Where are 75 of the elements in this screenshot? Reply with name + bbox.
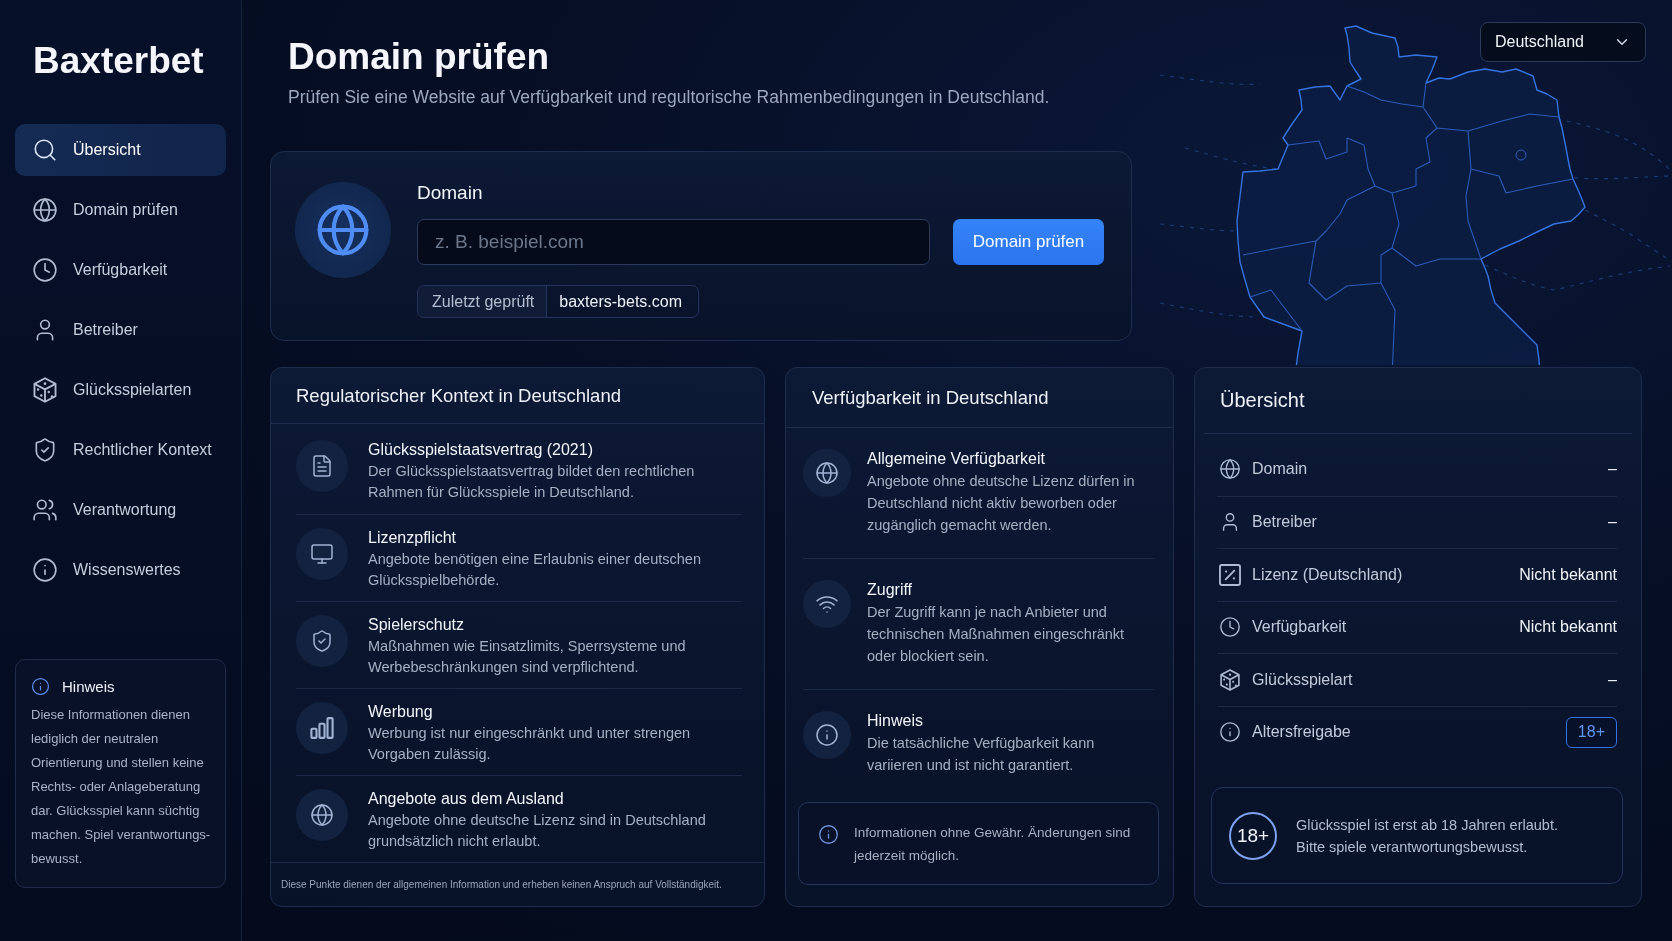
last-checked-domain: baxters-bets.com (558, 291, 683, 312)
info-icon (32, 557, 58, 583)
overview-label: Lizenz (Deutschland) (1252, 565, 1403, 584)
globe-icon (1219, 458, 1241, 481)
info-icon (1219, 721, 1241, 744)
brand-name: Baxterbet (32, 39, 204, 83)
overview-value: – (1608, 460, 1617, 479)
info-icon (818, 824, 839, 845)
sidebar-item[interactable]: Wissenswertes (15, 544, 226, 596)
wifi-icon (803, 580, 851, 628)
globe-icon (803, 449, 851, 497)
last-checked-label: Zuletzt geprüft (418, 286, 548, 317)
item-title: Spielerschutz (368, 615, 465, 635)
item-text: Der Glücksspielstaatsvertrag bildet den rechtlichen Rahmen für Glücksspiele in Deutschland. (368, 462, 696, 502)
sidebar-item[interactable]: Verfügbarkeit (15, 244, 226, 296)
overview-label: Altersfreigabe (1252, 723, 1351, 742)
clock-icon (1219, 616, 1241, 639)
item-text: Angebote ohne deutsche Lizenz sind in Deutschland grundsätzlich nicht erlaubt. (368, 811, 707, 851)
domain-label: Domain (417, 182, 483, 204)
overview-label: Domain (1252, 460, 1308, 479)
info-icon (31, 676, 50, 696)
card-title: Übersicht (1220, 389, 1305, 412)
domain-input[interactable]: z. B. beispiel.com (417, 219, 930, 265)
overview-value: Nicht bekannt (1519, 618, 1617, 637)
age-notice-text: Glücksspiel ist erst ab 18 Jahren erlaubt. Bitte spiele verantwortungsbewusst. (1296, 815, 1559, 857)
search-icon (32, 137, 58, 163)
monitor-icon (296, 528, 348, 580)
dice-icon (1219, 668, 1241, 691)
notice-text: Diese Informationen dienen lediglich der neutralen Orientierung und stellen keine Rechts- oder Anlageberatung dar. Glücksspiel kann süchtig machen. Spiel verantwortungs-bewusst. (31, 706, 212, 868)
card-title: Verfügbarkeit in Deutschland (812, 386, 1049, 409)
item-title: Hinweis (867, 711, 923, 731)
overview-value: – (1608, 513, 1617, 532)
overview-label: Glücksspielart (1252, 670, 1353, 689)
notice-title: Hinweis (62, 677, 115, 695)
card-title: Regulatorischer Kontext in Deutschland (296, 384, 621, 407)
item-text: Maßnahmen wie Einsatzlimits, Sperrsysteme und Werbebeschränkungen sind verpflichtend. (368, 637, 687, 677)
age-limit-emblem: 18+ (1229, 811, 1277, 860)
sidebar-item[interactable]: Rechtlicher Kontext (15, 424, 226, 476)
item-title: Werbung (368, 702, 433, 722)
overview-label: Betreiber (1252, 513, 1317, 532)
globe-icon (296, 789, 348, 841)
page-title: Domain prüfen (288, 35, 550, 79)
document-icon (296, 440, 348, 492)
item-text: Die tatsächliche Verfügbarkeit kann variieren und ist nicht garantiert. (867, 734, 1096, 775)
item-text: Angebote ohne deutsche Lizenz dürfen in Deutschland nicht aktiv beworben oder zugänglich gemacht werden. (867, 472, 1136, 535)
country-select[interactable]: Deutschland (1480, 22, 1646, 62)
percent-square-icon (1219, 563, 1241, 586)
check-domain-button[interactable]: Domain prüfen (953, 219, 1104, 265)
bar-chart-icon (296, 702, 348, 754)
sidebar-item[interactable]: Glücksspielarten (15, 364, 226, 416)
overview-value: – (1608, 670, 1617, 689)
shield-check-icon (296, 615, 348, 667)
item-text: Werbung ist nur eingeschränkt und unter strengen Vorgaben zulässig. (368, 724, 692, 764)
item-title: Allgemeine Verfügbarkeit (867, 449, 1045, 469)
footer-text: Diese Punkte dienen der allgemeinen Information und erheben keinen Anspruch auf Vollständigkeit. (281, 878, 722, 891)
sidebar-item[interactable]: Verantwortung (15, 484, 226, 536)
item-title: Lizenzpflicht (368, 528, 457, 548)
sidebar-item[interactable]: Betreiber (15, 304, 226, 356)
item-title: Angebote aus dem Ausland (368, 789, 564, 809)
overview-label: Verfügbarkeit (1252, 618, 1347, 637)
item-text: Angebote benötigen eine Erlaubnis einer deutschen Glücksspielbehörde. (368, 550, 702, 590)
sidebar-item[interactable]: Übersicht (15, 124, 226, 176)
note-text: Informationen ohne Gewähr. Änderungen sind jederzeit möglich. (854, 823, 1132, 865)
page-subtitle: Prüfen Sie eine Website auf Verfügbarkeit und regultorische Rahmenbedingungen in Deutschland. (288, 86, 1050, 108)
globe-icon (32, 197, 58, 223)
item-title: Glücksspielstaatsvertrag (2021) (368, 440, 593, 460)
item-title: Zugriff (867, 580, 913, 600)
users-icon (32, 497, 58, 523)
item-text: Der Zugriff kann je nach Anbieter und technischen Maßnahmen eingeschränkt oder blockiert sein. (867, 603, 1126, 666)
age-rating-tag: 18+ (1565, 716, 1617, 748)
dice-icon (32, 377, 58, 403)
overview-value: Nicht bekannt (1519, 565, 1617, 584)
clock-icon (32, 257, 58, 283)
sidebar-item[interactable]: Domain prüfen (15, 184, 226, 236)
info-icon (803, 711, 851, 759)
